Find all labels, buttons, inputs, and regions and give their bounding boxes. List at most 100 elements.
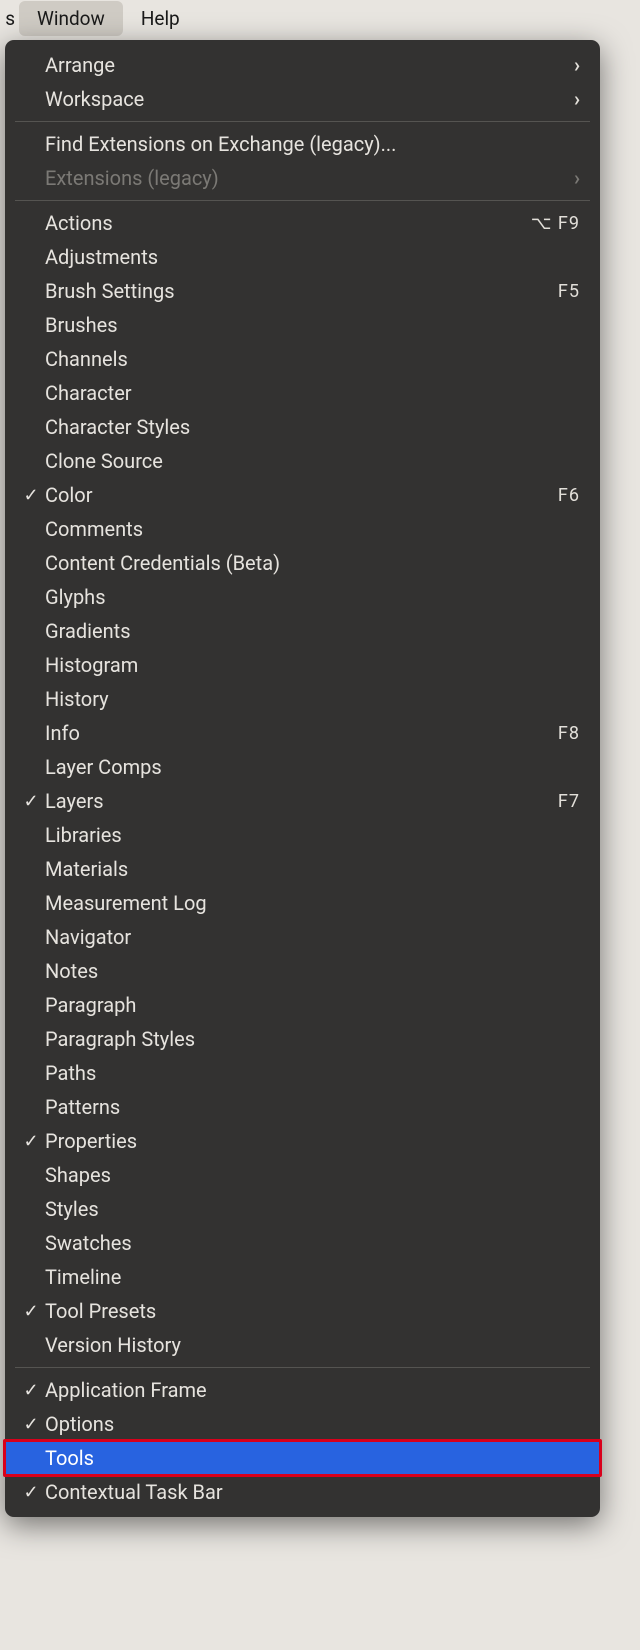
menu-item-shortcut: F6 xyxy=(558,485,580,506)
menu-item-shortcut: F8 xyxy=(558,723,580,744)
menu-item-label: Swatches xyxy=(45,1231,580,1255)
menu-item-character[interactable]: Character xyxy=(5,376,600,410)
menu-item-navigator[interactable]: Navigator xyxy=(5,920,600,954)
chevron-right-icon: › xyxy=(574,166,580,190)
checkmark-icon: ✓ xyxy=(17,1482,45,1503)
menu-item-measurement-log[interactable]: Measurement Log xyxy=(5,886,600,920)
menu-item-label: Libraries xyxy=(45,823,580,847)
checkmark-icon: ✓ xyxy=(17,1131,45,1152)
menu-item-label: Gradients xyxy=(45,619,580,643)
menu-item-libraries[interactable]: Libraries xyxy=(5,818,600,852)
menu-item-contextual-task-bar[interactable]: ✓Contextual Task Bar xyxy=(5,1475,600,1509)
menu-window[interactable]: Window xyxy=(19,1,123,36)
menu-item-label: Measurement Log xyxy=(45,891,580,915)
menu-item-content-credentials-beta[interactable]: Content Credentials (Beta) xyxy=(5,546,600,580)
menu-item-label: Paragraph xyxy=(45,993,580,1017)
menu-item-shortcut: F5 xyxy=(558,281,580,302)
menu-item-application-frame[interactable]: ✓Application Frame xyxy=(5,1373,600,1407)
menu-item-version-history[interactable]: Version History xyxy=(5,1328,600,1362)
menubar: s Window Help xyxy=(0,0,640,37)
menu-item-arrange[interactable]: Arrange› xyxy=(5,48,600,82)
menu-item-patterns[interactable]: Patterns xyxy=(5,1090,600,1124)
menu-item-channels[interactable]: Channels xyxy=(5,342,600,376)
menu-item-label: History xyxy=(45,687,580,711)
menu-item-label: Brushes xyxy=(45,313,580,337)
menu-item-history[interactable]: History xyxy=(5,682,600,716)
menu-item-shortcut: ⌥ F9 xyxy=(531,213,580,234)
menu-item-tools[interactable]: Tools xyxy=(5,1441,600,1475)
menu-item-label: Arrange xyxy=(45,53,574,77)
menu-item-paragraph[interactable]: Paragraph xyxy=(5,988,600,1022)
menu-item-label: Content Credentials (Beta) xyxy=(45,551,580,575)
separator xyxy=(15,200,590,201)
menu-item-label: Patterns xyxy=(45,1095,580,1119)
menu-item-label: Version History xyxy=(45,1333,580,1357)
menu-item-label: Options xyxy=(45,1412,580,1436)
menu-item-label: Workspace xyxy=(45,87,574,111)
menu-item-paths[interactable]: Paths xyxy=(5,1056,600,1090)
window-dropdown: Arrange›Workspace› Find Extensions on Ex… xyxy=(5,40,600,1517)
menu-item-label: Application Frame xyxy=(45,1378,580,1402)
menu-item-brush-settings[interactable]: Brush SettingsF5 xyxy=(5,274,600,308)
menu-item-swatches[interactable]: Swatches xyxy=(5,1226,600,1260)
menu-item-label: Glyphs xyxy=(45,585,580,609)
prev-menu-partial: s xyxy=(0,7,17,30)
menu-item-label: Contextual Task Bar xyxy=(45,1480,580,1504)
menu-item-label: Info xyxy=(45,721,558,745)
menu-item-comments[interactable]: Comments xyxy=(5,512,600,546)
menu-item-info[interactable]: InfoF8 xyxy=(5,716,600,750)
menu-item-label: Timeline xyxy=(45,1265,580,1289)
menu-item-timeline[interactable]: Timeline xyxy=(5,1260,600,1294)
menu-item-find-extensions-on-exchange-legacy[interactable]: Find Extensions on Exchange (legacy)... xyxy=(5,127,600,161)
checkmark-icon: ✓ xyxy=(17,1380,45,1401)
menu-item-label: Materials xyxy=(45,857,580,881)
chevron-right-icon: › xyxy=(574,87,580,111)
menu-item-brushes[interactable]: Brushes xyxy=(5,308,600,342)
menu-item-shortcut: F7 xyxy=(558,791,580,812)
menu-item-options[interactable]: ✓Options xyxy=(5,1407,600,1441)
menu-item-label: Actions xyxy=(45,211,531,235)
menu-item-layer-comps[interactable]: Layer Comps xyxy=(5,750,600,784)
checkmark-icon: ✓ xyxy=(17,1414,45,1435)
menu-item-styles[interactable]: Styles xyxy=(5,1192,600,1226)
menu-item-label: Character xyxy=(45,381,580,405)
menu-item-shapes[interactable]: Shapes xyxy=(5,1158,600,1192)
menu-item-notes[interactable]: Notes xyxy=(5,954,600,988)
menu-item-label: Color xyxy=(45,483,558,507)
menu-help[interactable]: Help xyxy=(123,1,198,36)
menu-item-label: Extensions (legacy) xyxy=(45,166,574,190)
menu-item-label: Styles xyxy=(45,1197,580,1221)
menu-item-clone-source[interactable]: Clone Source xyxy=(5,444,600,478)
menu-item-histogram[interactable]: Histogram xyxy=(5,648,600,682)
menu-item-character-styles[interactable]: Character Styles xyxy=(5,410,600,444)
menu-item-adjustments[interactable]: Adjustments xyxy=(5,240,600,274)
menu-item-label: Adjustments xyxy=(45,245,580,269)
menu-item-label: Clone Source xyxy=(45,449,580,473)
menu-item-label: Find Extensions on Exchange (legacy)... xyxy=(45,132,580,156)
menu-item-glyphs[interactable]: Glyphs xyxy=(5,580,600,614)
menu-item-label: Notes xyxy=(45,959,580,983)
menu-item-properties[interactable]: ✓Properties xyxy=(5,1124,600,1158)
menu-item-label: Layers xyxy=(45,789,558,813)
menu-item-layers[interactable]: ✓LayersF7 xyxy=(5,784,600,818)
menu-item-label: Brush Settings xyxy=(45,279,558,303)
menu-item-label: Properties xyxy=(45,1129,580,1153)
menu-item-label: Layer Comps xyxy=(45,755,580,779)
menu-item-workspace[interactable]: Workspace› xyxy=(5,82,600,116)
menu-item-gradients[interactable]: Gradients xyxy=(5,614,600,648)
menu-item-label: Channels xyxy=(45,347,580,371)
menu-item-paragraph-styles[interactable]: Paragraph Styles xyxy=(5,1022,600,1056)
checkmark-icon: ✓ xyxy=(17,791,45,812)
checkmark-icon: ✓ xyxy=(17,1301,45,1322)
chevron-right-icon: › xyxy=(574,53,580,77)
menu-item-label: Paragraph Styles xyxy=(45,1027,580,1051)
separator xyxy=(15,1367,590,1368)
menu-item-label: Tool Presets xyxy=(45,1299,580,1323)
menu-item-label: Paths xyxy=(45,1061,580,1085)
checkmark-icon: ✓ xyxy=(17,485,45,506)
menu-item-label: Comments xyxy=(45,517,580,541)
menu-item-color[interactable]: ✓ColorF6 xyxy=(5,478,600,512)
menu-item-actions[interactable]: Actions⌥ F9 xyxy=(5,206,600,240)
menu-item-materials[interactable]: Materials xyxy=(5,852,600,886)
menu-item-tool-presets[interactable]: ✓Tool Presets xyxy=(5,1294,600,1328)
